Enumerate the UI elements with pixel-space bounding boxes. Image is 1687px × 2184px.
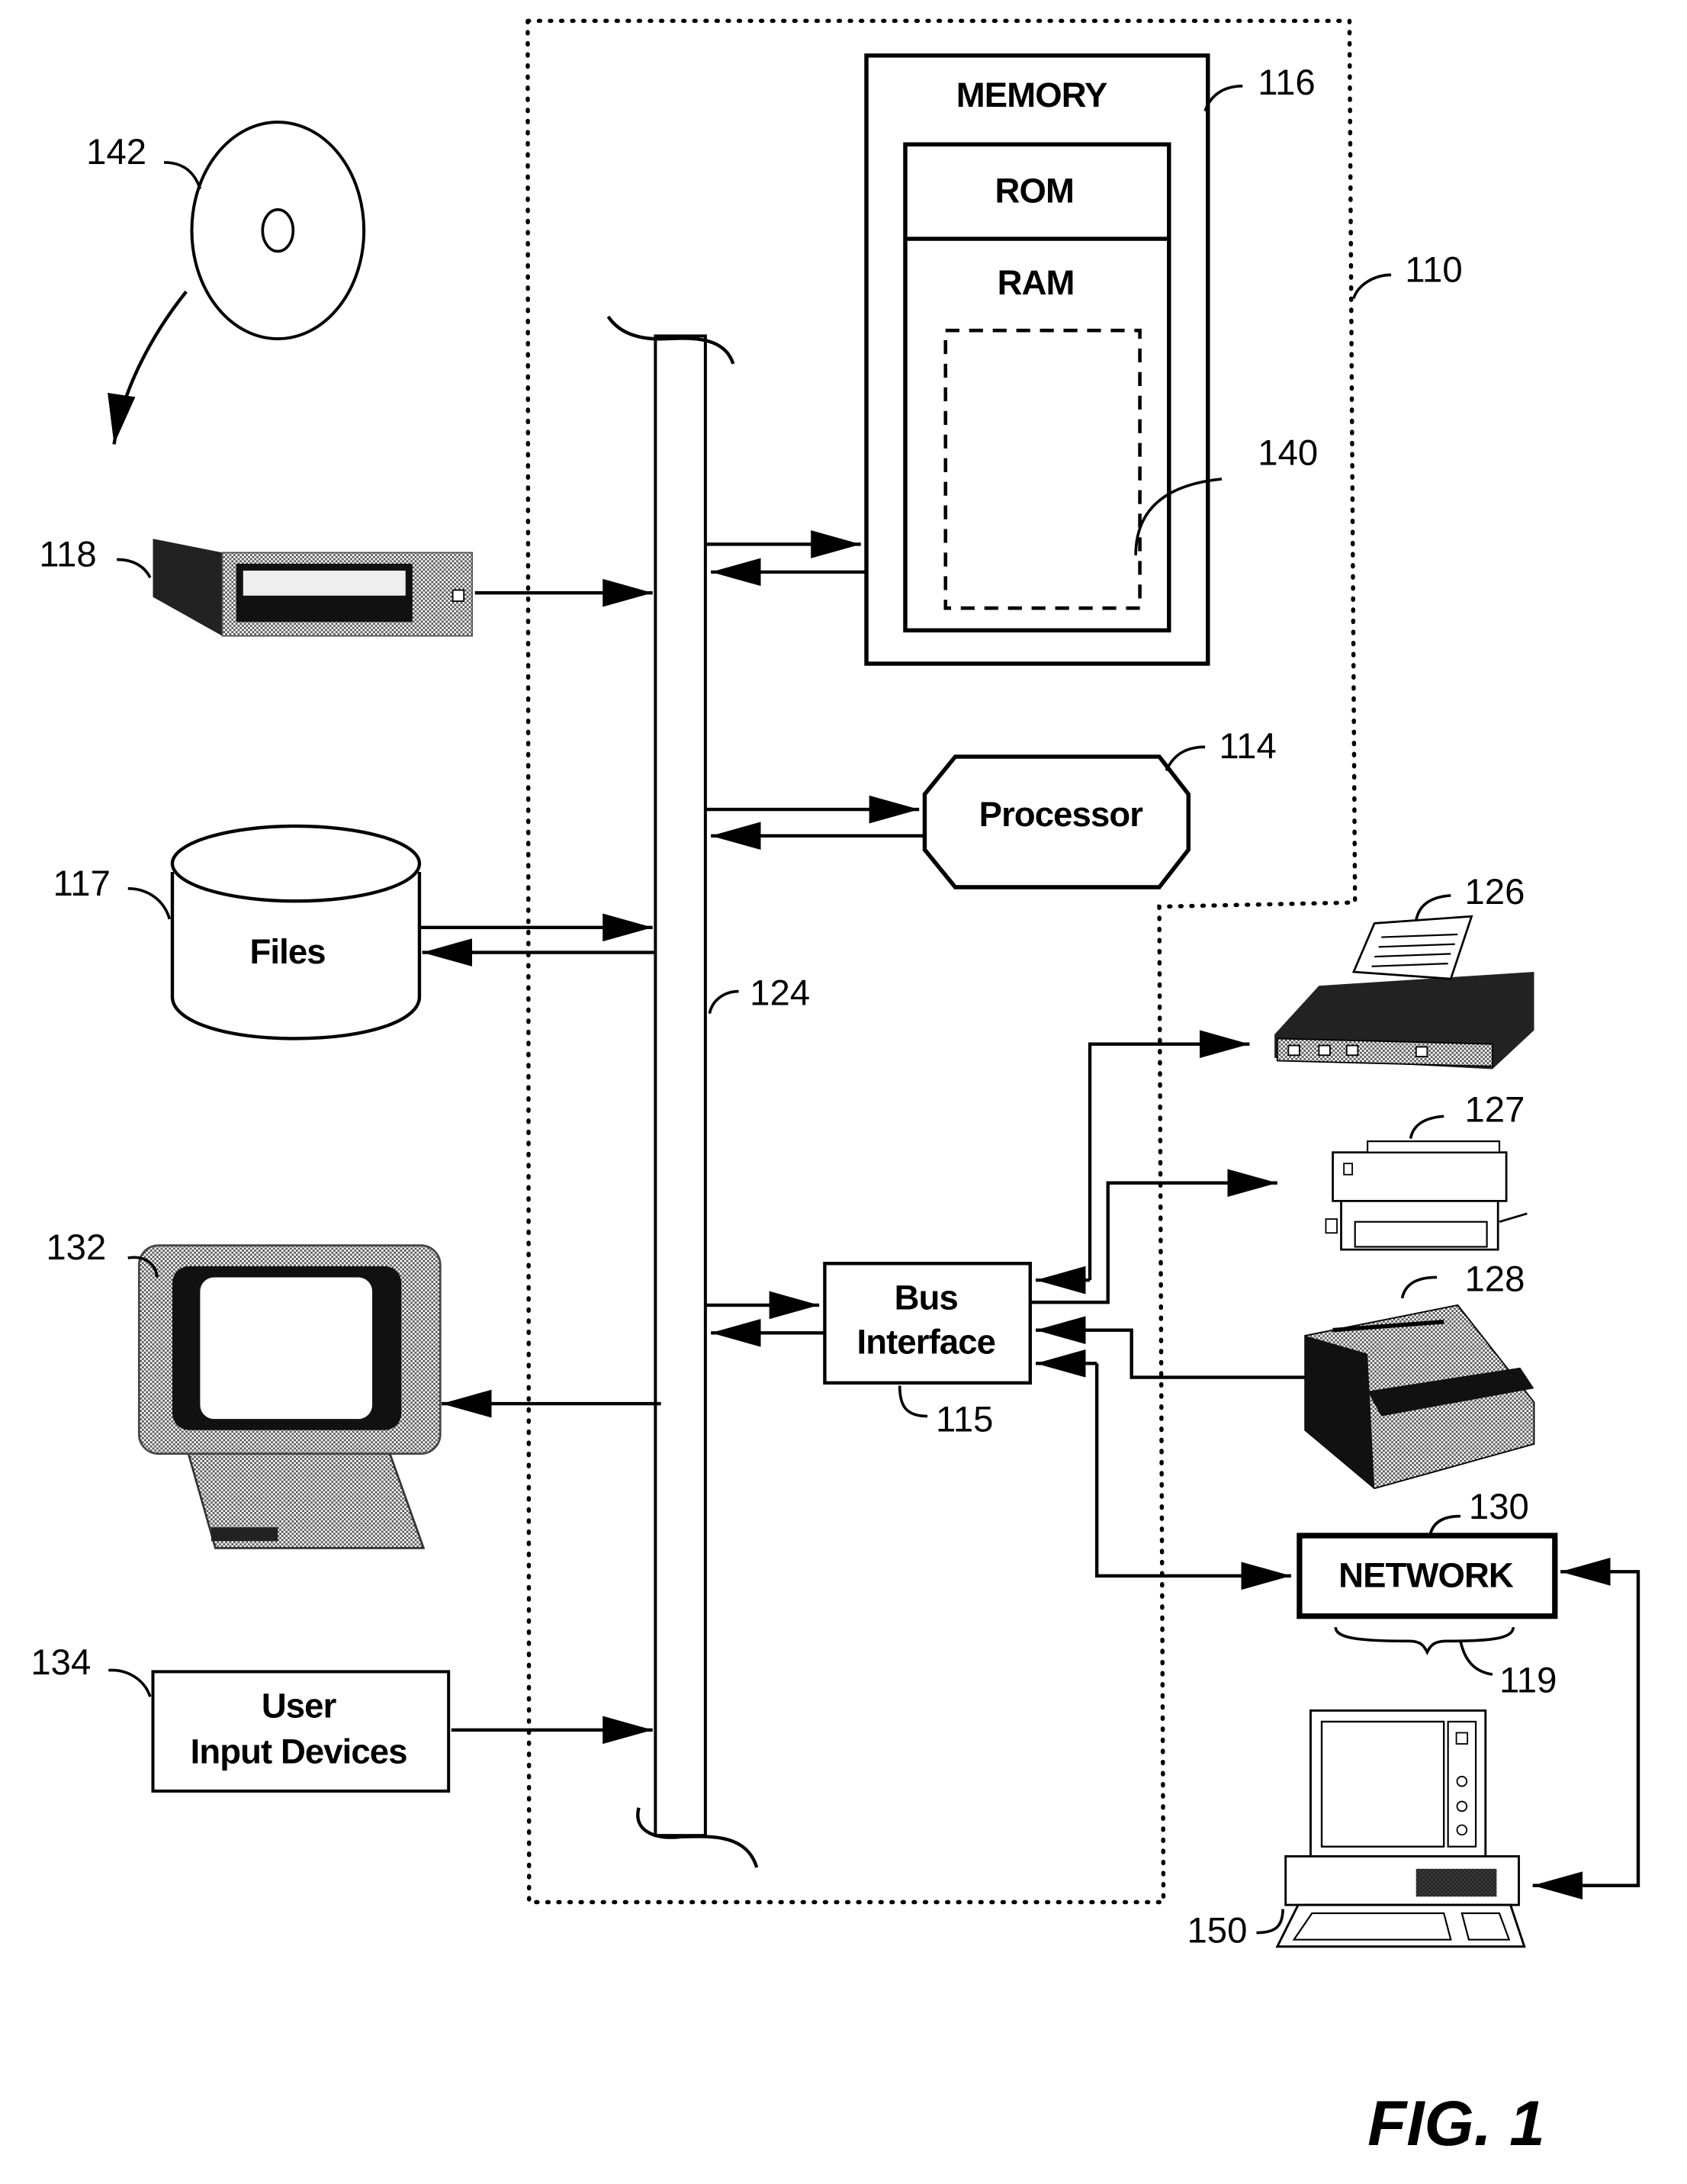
figure-title: FIG. 1 [1367,2087,1545,2159]
ref-134: 134 [31,1642,91,1683]
computer-network-link-arrow [1554,1557,1640,1887]
ref-115: 115 [936,1400,993,1440]
optical-disc-icon: 142 [86,121,366,445]
system-bus[interactable]: 124 [606,315,810,1868]
system-block-diagram: 110 124 MEMORY ROM RAM 116 140 Processor… [31,18,1640,2159]
files-label: Files [249,932,325,971]
processor-block[interactable]: Processor 114 [922,726,1277,889]
ref-110: 110 [1405,249,1462,290]
bus-interface-block[interactable]: Bus Interface 115 [823,1262,1032,1440]
ref-118: 118 [39,535,96,575]
interface-to-printer-127-arrow [1030,1169,1277,1304]
ref-117: 117 [53,864,110,904]
interface-to-printer-126-arrow [1088,1030,1250,1281]
user-input-label-line2: Input Devices [191,1732,407,1771]
ref-126: 126 [1464,872,1525,912]
processor-label: Processor [979,795,1144,834]
disc-to-drive-arrow [108,290,188,445]
ref-128: 128 [1464,1259,1525,1300]
user-input-devices-block[interactable]: User Input Devices 134 [31,1642,451,1793]
ref-116: 116 [1258,63,1315,103]
desktop-computer-icon[interactable]: 150 [1187,1709,1526,1951]
memory-label: MEMORY [956,76,1107,114]
ref-127: 127 [1464,1090,1525,1131]
printer-128-to-interface-arrow [1036,1316,1306,1379]
ref-140: 140 [1258,433,1318,474]
network-brace [1334,1626,1515,1655]
bus-interface-label-line1: Bus [895,1278,958,1317]
ref-130: 130 [1469,1487,1529,1527]
ref-124: 124 [750,973,810,1014]
network-label: NETWORK [1338,1555,1514,1594]
bus-interface-label-line2: Interface [857,1323,995,1362]
ref-119: 119 [1499,1661,1557,1701]
ref-132: 132 [46,1227,106,1268]
ref-150: 150 [1187,1910,1247,1951]
user-input-label-line1: User [262,1686,337,1725]
monitor-icon[interactable]: 132 [46,1227,442,1549]
interface-to-network-arrow [1094,1363,1291,1591]
disk-drive-icon[interactable]: 118 [39,535,474,637]
network-block[interactable]: NETWORK 130 119 [1297,1487,1558,1701]
ref-114: 114 [1219,726,1276,767]
memory-block[interactable]: MEMORY ROM RAM 116 140 [864,53,1318,666]
rom-label: ROM [995,172,1074,211]
files-database[interactable]: Files 117 [53,824,422,1041]
plotter-printer-icon[interactable]: 128 [1304,1259,1535,1490]
ref-142: 142 [86,132,146,172]
laser-printer-icon[interactable]: 127 [1325,1090,1528,1251]
ram-label: RAM [998,263,1075,302]
